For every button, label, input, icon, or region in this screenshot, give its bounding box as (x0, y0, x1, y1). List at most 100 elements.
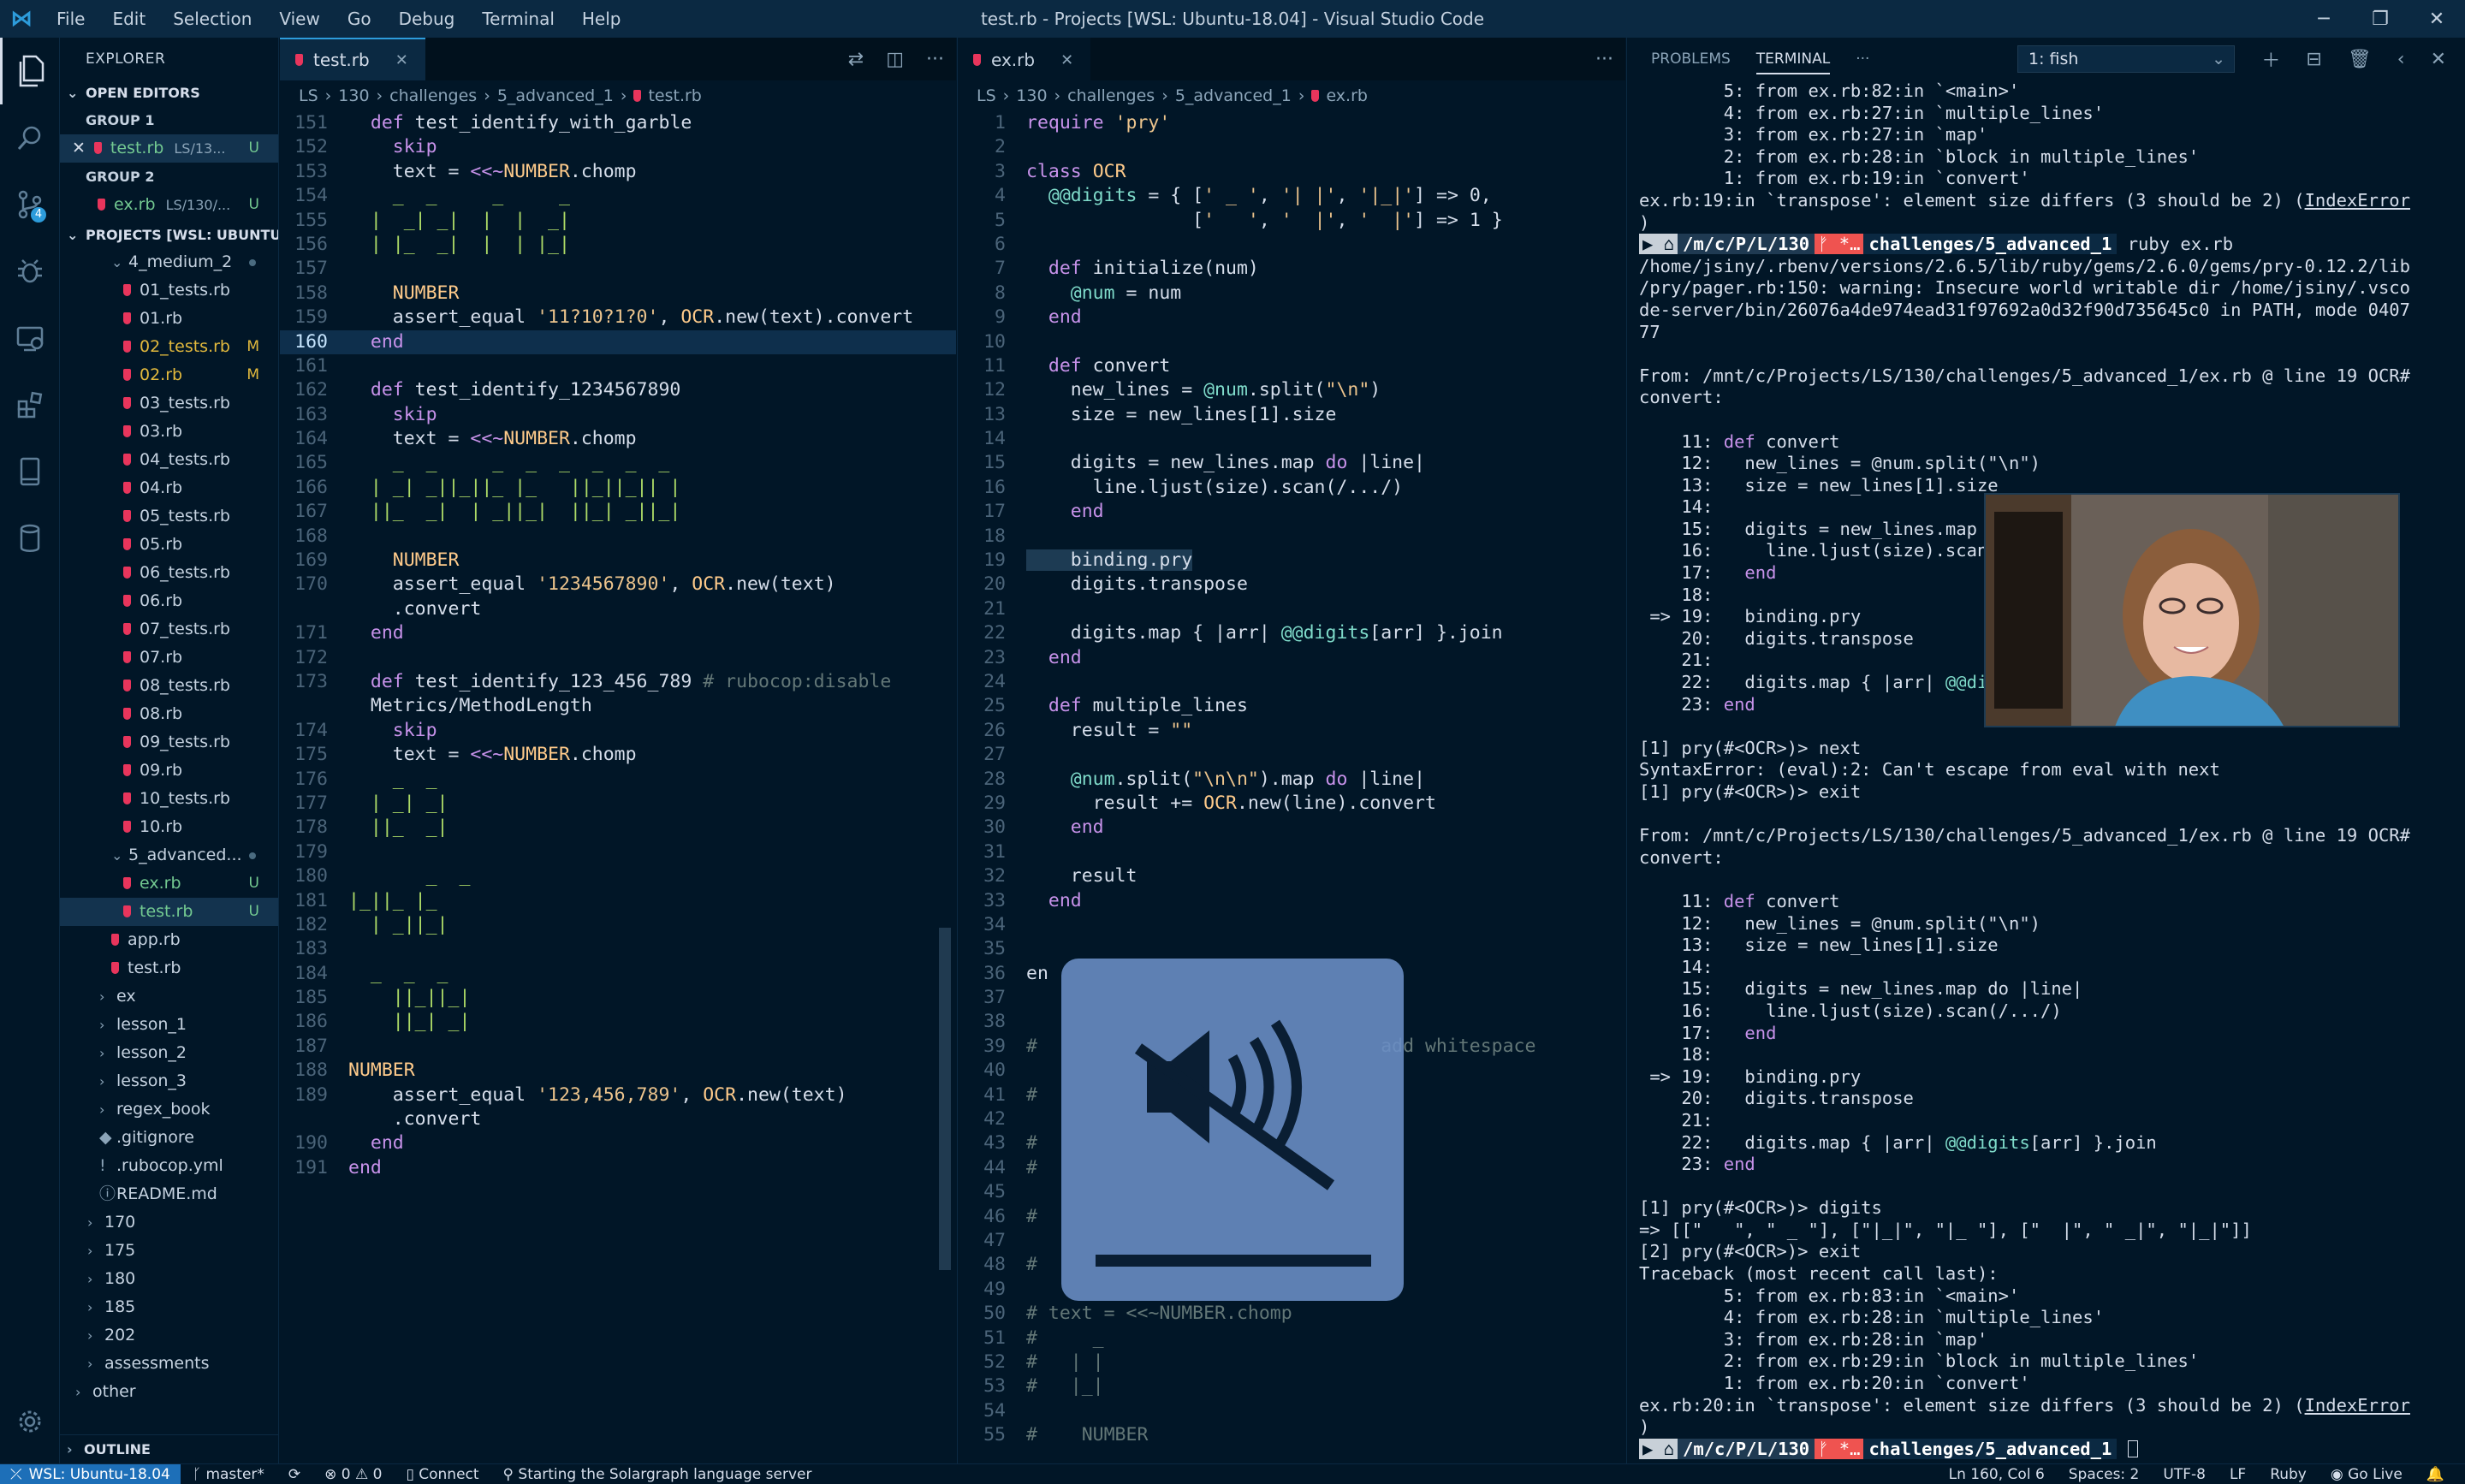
code-line[interactable]: 186 ||_| _| (280, 1010, 956, 1034)
code-line[interactable]: 184 _ _ _ (280, 962, 956, 986)
outline-header[interactable]: › OUTLINE (60, 1434, 278, 1463)
notifications-bell-icon[interactable]: 🔔 (2415, 1466, 2456, 1483)
code-line[interactable]: 168 (280, 525, 956, 549)
tree-file[interactable]: 05_tests.rb (60, 502, 278, 531)
database-icon[interactable] (0, 505, 60, 572)
tree-file[interactable]: 03.rb (60, 418, 278, 446)
minimize-icon[interactable]: ─ (2296, 0, 2352, 38)
code-line[interactable]: 154 _ _ _ _ (280, 184, 956, 208)
breadcrumb-item[interactable]: 5_advanced_1 (1175, 86, 1292, 105)
breadcrumb-item[interactable]: LS (977, 86, 996, 105)
explorer-icon[interactable] (0, 38, 60, 104)
code-line[interactable]: 185 ||_||_| (280, 986, 956, 1010)
tree-folder[interactable]: › 180 (60, 1265, 278, 1293)
tree-folder[interactable]: › regex_book (60, 1095, 278, 1124)
code-line[interactable]: 22 digits.map { |arr| @@digits[arr] }.jo… (958, 621, 1625, 645)
open-changes-icon[interactable]: ⇄ (848, 49, 864, 70)
code-line[interactable]: 51 # _ (958, 1327, 1625, 1350)
tree-file[interactable]: 07_tests.rb (60, 615, 278, 644)
code-line[interactable]: 162 def test_identify_1234567890 (280, 378, 956, 402)
tree-file[interactable]: ⓘREADME.md (60, 1180, 278, 1208)
tree-file[interactable]: 10.rb (60, 813, 278, 841)
menu-item-edit[interactable]: Edit (98, 0, 159, 38)
breadcrumb-item[interactable]: 130 (1016, 86, 1047, 105)
code-line[interactable]: 158 NUMBER (280, 282, 956, 306)
code-line[interactable]: 172 (280, 646, 956, 670)
code-line[interactable]: 3 class OCR (958, 160, 1625, 184)
chevron-left-icon[interactable]: ‹ (2397, 49, 2405, 70)
tree-file[interactable]: 02.rb M (60, 361, 278, 389)
code-line[interactable]: 177 | _| _| (280, 792, 956, 816)
restore-icon[interactable]: ❐ (2352, 0, 2409, 38)
tree-file[interactable]: ! .rubocop.yml (60, 1152, 278, 1180)
code-line[interactable]: 12 new_lines = @num.split("\n") (958, 378, 1625, 402)
tree-folder[interactable]: ⌄ 4_medium_2 (60, 248, 278, 276)
code-line[interactable]: 181 |_||_ |_ (280, 889, 956, 913)
code-line[interactable]: 32 result (958, 864, 1625, 888)
book-icon[interactable] (0, 438, 60, 505)
debug-icon[interactable] (0, 238, 60, 305)
code-line[interactable]: 164 text = <<~NUMBER.chomp (280, 427, 956, 451)
tab-terminal[interactable]: TERMINAL (1755, 50, 1831, 74)
code-line[interactable]: 188 NUMBER (280, 1059, 956, 1083)
menu-item-help[interactable]: Help (568, 0, 635, 38)
tree-file[interactable]: 06_tests.rb (60, 559, 278, 587)
code-line[interactable]: 29 result += OCR.new(line).convert (958, 792, 1625, 816)
tree-file[interactable]: 09.rb (60, 757, 278, 785)
breadcrumb-item[interactable]: challenges (1067, 86, 1155, 105)
breadcrumb-item[interactable]: 130 (338, 86, 369, 105)
tree-file[interactable]: 06.rb (60, 587, 278, 615)
code-line[interactable]: 19 binding.pry (958, 549, 1625, 573)
tree-file[interactable]: app.rb (60, 926, 278, 954)
code-line[interactable]: 166 | _| _||_||_ |_ ||_||_|| | (280, 476, 956, 500)
code-line[interactable]: 4 @@digits = { [' _ ', '| |', '|_|'] => … (958, 184, 1625, 208)
code-line[interactable]: 53 # |_| (958, 1374, 1625, 1398)
tree-file[interactable]: 01.rb (60, 305, 278, 333)
code-line[interactable]: 13 size = new_lines[1].size (958, 403, 1625, 427)
breadcrumb-item[interactable]: ex.rb (1326, 86, 1368, 105)
code-line[interactable]: 170 assert_equal '1234567890', OCR.new(t… (280, 573, 956, 597)
code-line[interactable]: 155 | _| _| | | _| (280, 209, 956, 233)
tree-folder[interactable]: › lesson_1 (60, 1011, 278, 1039)
open-editor-test-rb[interactable]: ✕ test.rb LS/13... U (60, 134, 278, 163)
code-line[interactable]: 152 skip (280, 135, 956, 159)
code-line[interactable]: 1 require 'pry' (958, 111, 1625, 135)
close-icon[interactable]: ✕ (2409, 0, 2465, 38)
code-line[interactable]: 159 assert_equal '11?10?1?0', OCR.new(te… (280, 306, 956, 329)
code-line[interactable]: 174 skip (280, 719, 956, 743)
code-line[interactable]: Metrics/MethodLength (280, 694, 956, 718)
indentation[interactable]: Spaces: 2 (2057, 1466, 2152, 1483)
close-tab-icon[interactable]: ✕ (395, 51, 408, 69)
code-line[interactable]: 187 (280, 1035, 956, 1059)
tab-ex-rb[interactable]: ex.rb ✕ (958, 38, 1091, 80)
code-line[interactable]: 6 (958, 233, 1625, 257)
tree-folder[interactable]: ⌄ 5_advanced... (60, 841, 278, 870)
close-panel-icon[interactable]: ✕ (2431, 49, 2446, 70)
code-line[interactable]: 169 NUMBER (280, 549, 956, 573)
code-line[interactable]: 9 end (958, 306, 1625, 329)
code-line[interactable]: 176 _ _ (280, 768, 956, 792)
tab-test-rb[interactable]: test.rb ✕ (280, 38, 425, 80)
connect-button[interactable]: ▯ Connect (394, 1466, 490, 1483)
search-icon[interactable] (0, 104, 60, 171)
tree-folder[interactable]: › 175 (60, 1237, 278, 1265)
code-line[interactable]: 24 (958, 670, 1625, 694)
go-live-button[interactable]: ◉ Go Live (2319, 1466, 2415, 1483)
code-line[interactable]: 18 (958, 525, 1625, 549)
code-line[interactable]: 178 ||_ _| (280, 816, 956, 840)
breadcrumb-item[interactable]: test.rb (648, 86, 701, 105)
code-line[interactable]: 33 end (958, 889, 1625, 913)
tree-file[interactable]: 10_tests.rb (60, 785, 278, 813)
settings-gear-icon[interactable] (0, 1388, 60, 1455)
split-editor-icon[interactable]: ◫ (886, 49, 904, 70)
code-line[interactable]: 27 (958, 743, 1625, 767)
tree-folder[interactable]: › lesson_3 (60, 1067, 278, 1095)
open-editors-header[interactable]: ⌄ OPEN EDITORS (60, 80, 278, 106)
remote-explorer-icon[interactable] (0, 305, 60, 371)
tree-file[interactable]: 04_tests.rb (60, 446, 278, 474)
code-line[interactable]: 11 def convert (958, 354, 1625, 378)
more-actions-icon[interactable]: ··· (926, 49, 944, 70)
new-terminal-icon[interactable]: ＋ (2261, 45, 2280, 73)
more-actions-icon[interactable]: ··· (1595, 49, 1613, 70)
terminal-output[interactable]: 5: from ex.rb:82:in `<main>' 4: from ex.… (1627, 80, 2465, 1460)
